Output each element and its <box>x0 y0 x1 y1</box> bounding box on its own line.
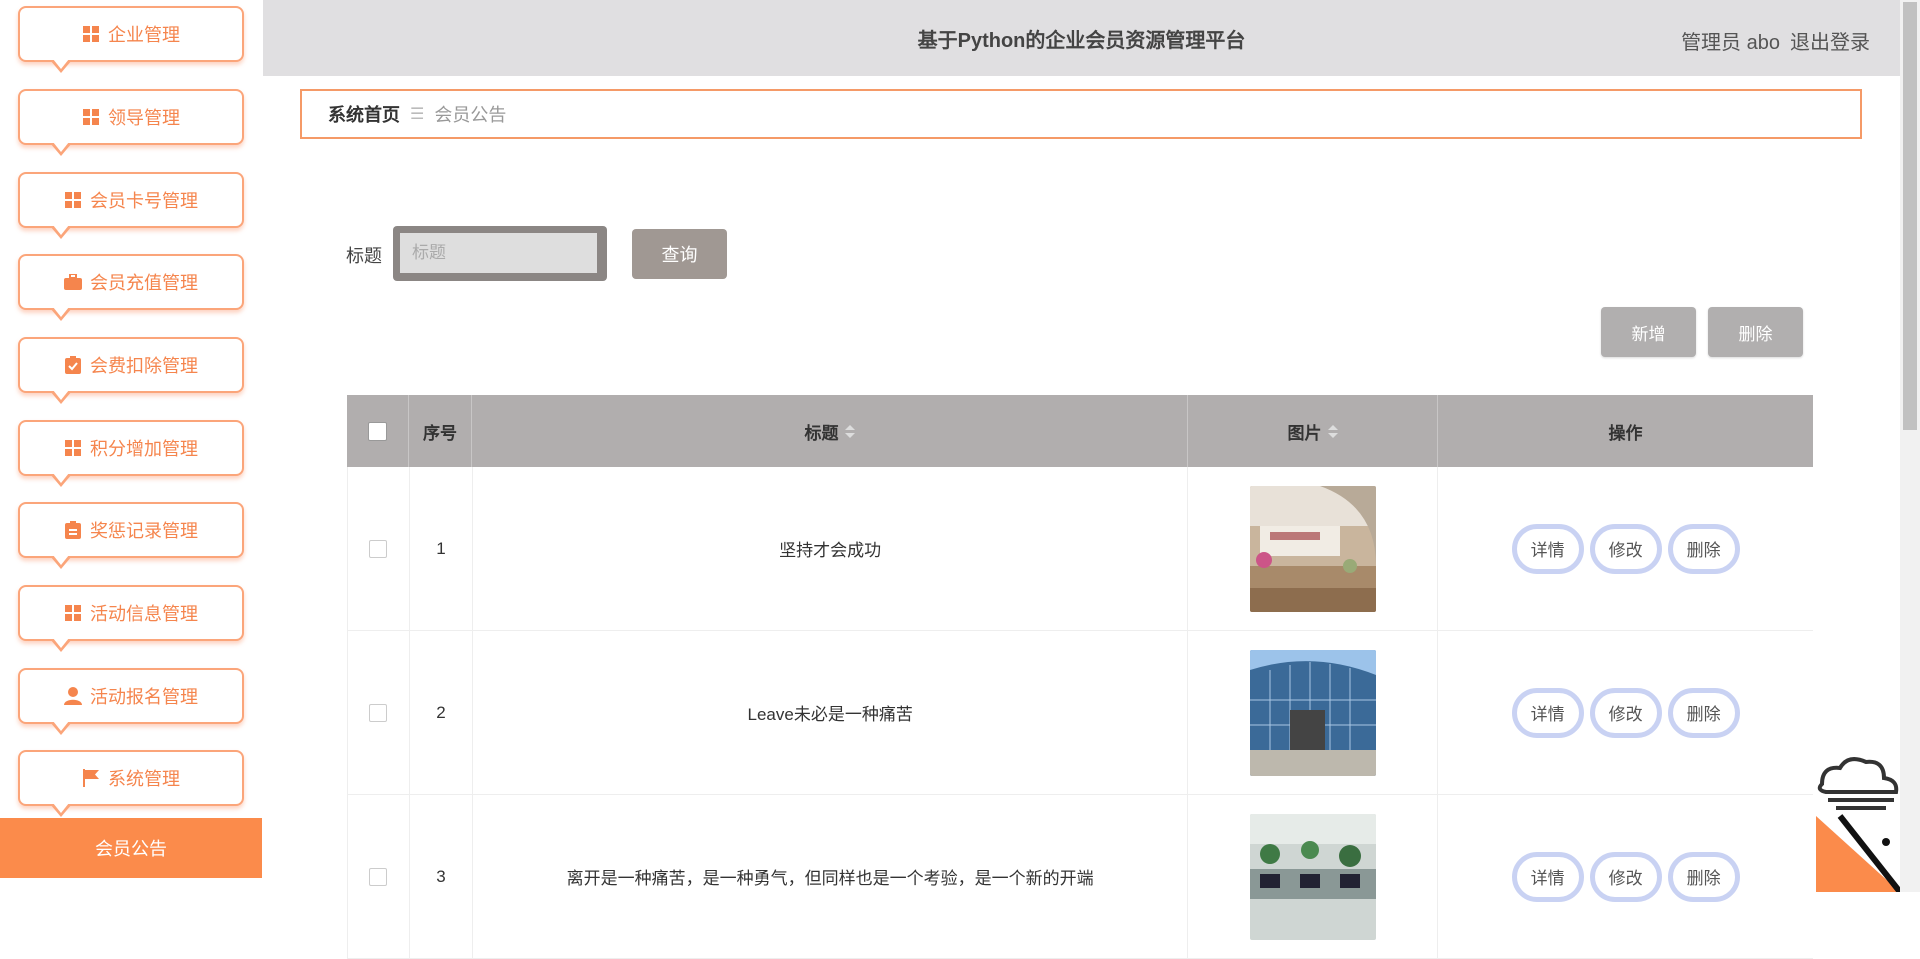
column-header-index: 序号 <box>409 395 472 467</box>
office-photo[interactable] <box>1249 813 1376 940</box>
row-checkbox[interactable] <box>369 539 388 558</box>
sidebar-item-label: 会费扣除管理 <box>90 356 198 376</box>
sidebar-item-recharge[interactable]: 会员充值管理 <box>18 254 244 321</box>
add-button[interactable]: 新增 <box>1601 307 1696 357</box>
grid-icon <box>64 604 82 622</box>
top-header: 基于Python的企业会员资源管理平台 管理员 abo 退出登录 <box>263 0 1900 76</box>
row-ops-cell: 详情 修改 删除 <box>1438 795 1813 958</box>
grid-icon <box>82 108 100 126</box>
sidebar-item-points[interactable]: 积分增加管理 <box>18 420 244 487</box>
current-user: 管理员 abo <box>1681 32 1780 54</box>
batch-delete-button[interactable]: 删除 <box>1708 307 1803 357</box>
row-image-cell <box>1188 467 1439 630</box>
sidebar-item-member-cards[interactable]: 会员卡号管理 <box>18 172 244 239</box>
grid-icon <box>64 439 82 457</box>
flag-icon <box>82 769 100 787</box>
table-row: 2 Leave未必是一种痛苦 详情 修改 删除 <box>347 631 1813 795</box>
glass-building-photo[interactable] <box>1249 649 1376 776</box>
row-index: 3 <box>410 795 473 958</box>
column-header-title-label: 标题 <box>804 423 839 443</box>
row-title: 离开是一种痛苦，是一种勇气，但同样也是一个考验，是一个新的开端 <box>473 795 1189 958</box>
query-button[interactable]: 查询 <box>632 229 727 279</box>
sidebar-item-label: 会员卡号管理 <box>90 191 198 211</box>
sidebar-item-label: 系统管理 <box>108 769 180 789</box>
table-header: 序号 标题 图片 操作 <box>347 395 1813 467</box>
sidebar-item-rewards[interactable]: 奖惩记录管理 <box>18 502 244 569</box>
breadcrumb-current: 会员公告 <box>434 105 507 125</box>
delete-button[interactable]: 删除 <box>1667 523 1740 574</box>
sidebar-item-leaders[interactable]: 领导管理 <box>18 89 244 156</box>
sidebar-item-label: 积分增加管理 <box>90 439 198 459</box>
breadcrumb-home[interactable]: 系统首页 <box>328 101 400 127</box>
column-header-image-label: 图片 <box>1287 423 1322 443</box>
row-check-cell <box>348 467 410 630</box>
row-ops-cell: 详情 修改 删除 <box>1438 467 1813 630</box>
detail-button[interactable]: 详情 <box>1511 687 1584 738</box>
search-field-wrapper <box>393 226 607 281</box>
table-row: 1 坚持才会成功 详情 修改 删除 <box>347 467 1813 631</box>
edit-button[interactable]: 修改 <box>1589 851 1662 902</box>
search-input[interactable] <box>400 233 597 273</box>
row-image-cell <box>1188 631 1439 794</box>
sidebar-item-label: 企业管理 <box>108 25 180 45</box>
sort-icon[interactable] <box>844 424 855 438</box>
row-image-cell <box>1188 795 1439 958</box>
select-all-checkbox[interactable] <box>368 421 387 441</box>
announcements-table: 序号 标题 图片 操作 1 坚持才会成功 详情 修改 删除 2 Leave未必是… <box>347 395 1813 959</box>
sidebar-item-label: 奖惩记录管理 <box>90 521 198 541</box>
sidebar-item-label: 领导管理 <box>108 108 180 128</box>
edit-button[interactable]: 修改 <box>1589 687 1662 738</box>
sidebar-item-announcements[interactable]: 会员公告 <box>0 818 262 878</box>
search-label: 标题 <box>346 246 382 266</box>
sidebar-item-activities[interactable]: 活动信息管理 <box>18 585 244 652</box>
building-lobby-photo[interactable] <box>1249 485 1376 612</box>
edit-button[interactable]: 修改 <box>1589 523 1662 574</box>
row-index: 2 <box>410 631 473 794</box>
sort-icon[interactable] <box>1327 424 1338 438</box>
sidebar-item-system[interactable]: 系统管理 <box>18 750 244 817</box>
logout-link[interactable]: 退出登录 <box>1790 26 1870 55</box>
column-header-title[interactable]: 标题 <box>472 395 1188 467</box>
sidebar-item-registrations[interactable]: 活动报名管理 <box>18 668 244 735</box>
delete-button[interactable]: 删除 <box>1667 851 1740 902</box>
column-header-ops: 操作 <box>1608 423 1643 443</box>
table-row: 3 离开是一种痛苦，是一种勇气，但同样也是一个考验，是一个新的开端 详情 修改 … <box>347 795 1813 959</box>
detail-button[interactable]: 详情 <box>1511 523 1584 574</box>
sidebar-item-label: 会员充值管理 <box>90 273 198 293</box>
delete-button[interactable]: 删除 <box>1667 687 1740 738</box>
breadcrumb: 系统首页 ☰ 会员公告 <box>300 89 1862 139</box>
row-ops-cell: 详情 修改 删除 <box>1438 631 1813 794</box>
row-checkbox[interactable] <box>369 703 388 722</box>
weather-cloud-widget[interactable] <box>1812 756 1903 894</box>
clipboard-icon <box>64 521 82 539</box>
sidebar: 企业管理 领导管理 会员卡号管理 会员充值管理 会费扣除管理 积分增加管理 奖惩… <box>0 0 262 892</box>
user-icon <box>64 687 82 705</box>
sidebar-item-label: 会员公告 <box>95 839 167 859</box>
sidebar-item-fee-deduction[interactable]: 会费扣除管理 <box>18 337 244 404</box>
row-check-cell <box>348 795 410 958</box>
row-title: 坚持才会成功 <box>473 467 1189 630</box>
sidebar-item-label: 活动报名管理 <box>90 687 198 707</box>
column-header-image[interactable]: 图片 <box>1188 395 1438 467</box>
detail-button[interactable]: 详情 <box>1511 851 1584 902</box>
briefcase-icon <box>64 273 82 291</box>
breadcrumb-separator-icon: ☰ <box>410 106 425 123</box>
app-title: 基于Python的企业会员资源管理平台 <box>917 30 1246 52</box>
row-check-cell <box>348 631 410 794</box>
row-title: Leave未必是一种痛苦 <box>473 631 1189 794</box>
select-all-cell <box>347 395 409 467</box>
row-index: 1 <box>410 467 473 630</box>
row-checkbox[interactable] <box>369 867 388 886</box>
scrollbar-thumb[interactable] <box>1903 2 1917 430</box>
sidebar-item-label: 活动信息管理 <box>90 604 198 624</box>
grid-icon <box>64 191 82 209</box>
grid-icon <box>82 25 100 43</box>
clipboard-check-icon <box>64 356 82 374</box>
sidebar-item-enterprise[interactable]: 企业管理 <box>18 6 244 73</box>
page-scrollbar[interactable] <box>1900 0 1920 892</box>
